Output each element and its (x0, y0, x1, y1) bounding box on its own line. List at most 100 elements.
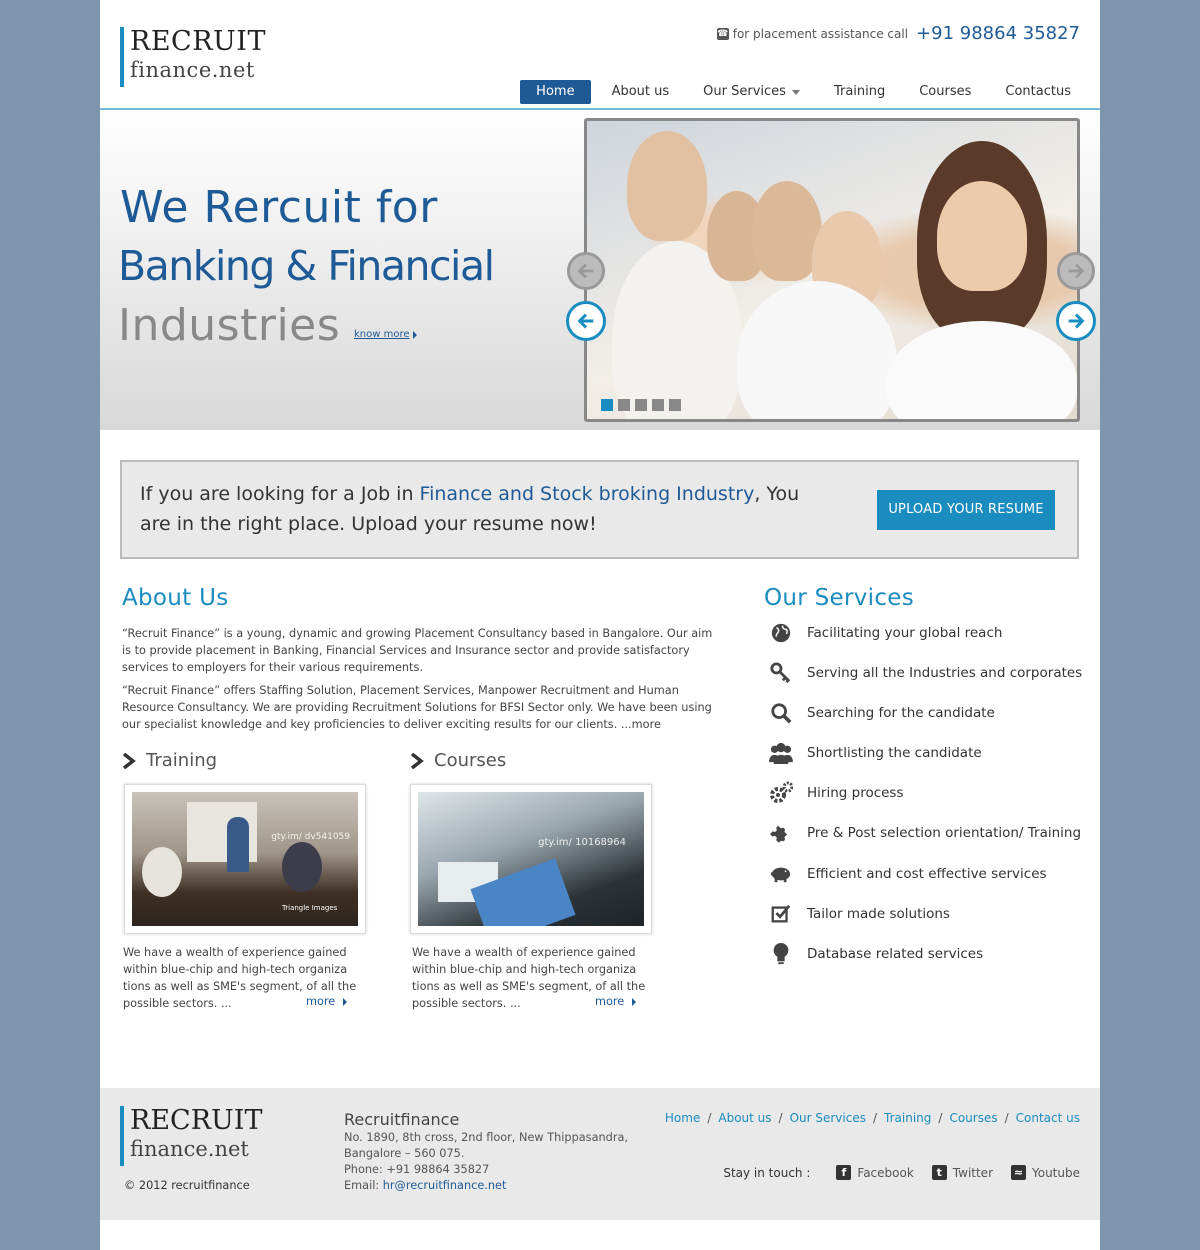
company-name: Recruitfinance (344, 1110, 460, 1129)
service-label: Facilitating your global reach (807, 625, 1003, 641)
slider-prev-ghost-button (567, 252, 605, 290)
training-title: Training (146, 750, 218, 771)
arrow-right-icon (343, 997, 348, 1006)
hero-line3: Industries (118, 300, 341, 351)
nav-contact[interactable]: Contactus (988, 80, 1088, 104)
footer-link-services[interactable]: Our Services (790, 1111, 866, 1125)
courses-photo: gty.im/ 10168964 (418, 792, 644, 926)
slider-dot[interactable] (601, 399, 613, 411)
service-item[interactable]: Pre & Post selection orientation/ Traini… (768, 820, 1098, 846)
courses-heading[interactable]: Courses (410, 750, 506, 771)
service-item[interactable]: Tailor made solutions (768, 901, 1098, 927)
footer-links: Home / About us / Our Services / Training / … (665, 1111, 1080, 1125)
chevron-right-icon (122, 752, 136, 769)
footer-logo-line1: RECRUIT (130, 1105, 263, 1136)
slider-dot[interactable] (652, 399, 664, 411)
twitter-icon[interactable]: t (931, 1165, 947, 1180)
upload-resume-button[interactable]: UPLOAD YOUR RESUME (877, 490, 1055, 530)
nav-services[interactable]: Our Services (686, 80, 817, 104)
service-item[interactable]: Serving all the Industries and corporate… (768, 660, 1098, 686)
footer-link-courses[interactable]: Courses (949, 1111, 997, 1125)
footer-link-home[interactable]: Home (665, 1111, 700, 1125)
youtube-link[interactable]: Youtube (1032, 1166, 1080, 1180)
logo-line2: finance.net (130, 58, 255, 82)
courses-thumbnail[interactable]: gty.im/ 10168964 (410, 784, 652, 934)
slider-next-button[interactable] (1056, 301, 1096, 341)
presenter-shape (227, 817, 249, 872)
service-label: Searching for the candidate (807, 705, 995, 721)
site-logo[interactable]: RECRUIT finance.net (120, 27, 266, 87)
services-title: Our Services (764, 585, 915, 611)
stay-in-touch-label: Stay in touch : (723, 1165, 811, 1180)
service-label: Efficient and cost effective services (807, 866, 1047, 882)
call-phone-number[interactable]: +91 98864 35827 (916, 23, 1080, 44)
banner-text-highlight: Finance and Stock broking Industry (419, 483, 755, 505)
address-line1: No. 1890, 8th cross, 2nd floor, New Thip… (344, 1131, 628, 1144)
chevron-right-icon (410, 752, 424, 769)
footer-link-training[interactable]: Training (884, 1111, 931, 1125)
training-thumbnail[interactable]: gty.im/ dv541059 Triangle Images (124, 784, 366, 934)
twitter-link[interactable]: Twitter (953, 1166, 993, 1180)
training-more-link[interactable]: more (306, 995, 348, 1008)
footer-link-about[interactable]: About us (718, 1111, 771, 1125)
service-label: Serving all the Industries and corporate… (807, 665, 1083, 681)
link-separator: / (778, 1111, 783, 1125)
service-label: Shortlisting the candidate (807, 745, 982, 761)
page: RECRUIT finance.net ☎ for placement assi… (100, 0, 1100, 1250)
service-item[interactable]: Efficient and cost effective services (768, 861, 1098, 887)
know-more-link[interactable]: know more (354, 329, 417, 340)
footer-link-contact[interactable]: Contact us (1016, 1111, 1080, 1125)
training-photo-credit: Triangle Images (282, 904, 338, 912)
slider-dot[interactable] (669, 399, 681, 411)
call-text: for placement assistance call (732, 26, 909, 41)
service-label: Pre & Post selection orientation/ Traini… (807, 825, 1082, 841)
lightbulb-icon (768, 941, 794, 967)
nav-home[interactable]: Home (520, 80, 591, 104)
slider-dot[interactable] (635, 399, 647, 411)
slider-next-ghost-button (1057, 252, 1095, 290)
slider-prev-button[interactable] (566, 301, 606, 341)
logo-line1: RECRUIT (130, 26, 266, 57)
slider-dots (601, 399, 681, 411)
about-title: About Us (122, 585, 229, 611)
arrow-right-icon (632, 997, 637, 1006)
service-label: Hiring process (807, 785, 904, 801)
about-paragraph-1: “Recruit Finance” is a young, dynamic an… (122, 627, 713, 674)
globe-icon (768, 620, 794, 646)
footer-phone: Phone: +91 98864 35827 (344, 1163, 490, 1176)
facebook-icon[interactable]: f (836, 1165, 852, 1180)
nav-about[interactable]: About us (595, 80, 687, 104)
slider-photo-person (937, 181, 1027, 291)
about-paragraph-2: “Recruit Finance” offers Staffing Soluti… (122, 684, 712, 731)
phone-icon: ☎ (716, 27, 729, 40)
attendee-shape (282, 842, 322, 892)
arrow-left-icon (577, 263, 594, 279)
nav-courses[interactable]: Courses (902, 80, 988, 104)
service-item[interactable]: Database related services (768, 941, 1098, 967)
email-link[interactable]: hr@recruitfinance.net (383, 1179, 507, 1192)
hero-line1: We Rercuit for (120, 182, 438, 233)
footer-address: Recruitfinance No. 1890, 8th cross, 2nd … (344, 1110, 628, 1194)
service-item[interactable]: Hiring process (768, 780, 1098, 806)
courses-photo-watermark: gty.im/ 10168964 (538, 837, 626, 848)
link-separator: / (938, 1111, 943, 1125)
slider-dot[interactable] (618, 399, 630, 411)
service-label: Database related services (807, 946, 984, 962)
training-heading[interactable]: Training (122, 750, 217, 771)
arrow-left-icon (577, 313, 594, 329)
footer-logo[interactable]: RECRUIT finance.net (120, 1106, 262, 1166)
nav-training[interactable]: Training (817, 80, 902, 104)
rss-icon[interactable]: ≈ (1011, 1165, 1026, 1180)
banner-text: If you are looking for a Job in Finance … (140, 479, 800, 539)
nav-services-label: Our Services (703, 84, 786, 99)
key-icon (768, 660, 794, 686)
link-separator: / (707, 1111, 712, 1125)
footer-logo-line2: finance.net (130, 1137, 249, 1161)
checkbox-icon (768, 901, 794, 927)
courses-more-link[interactable]: more (595, 995, 637, 1008)
service-item[interactable]: Shortlisting the candidate (768, 740, 1098, 766)
service-item[interactable]: Searching for the candidate (768, 700, 1098, 726)
facebook-link[interactable]: Facebook (857, 1166, 913, 1180)
service-item[interactable]: Facilitating your global reach (768, 620, 1098, 646)
gears-icon (768, 780, 794, 806)
